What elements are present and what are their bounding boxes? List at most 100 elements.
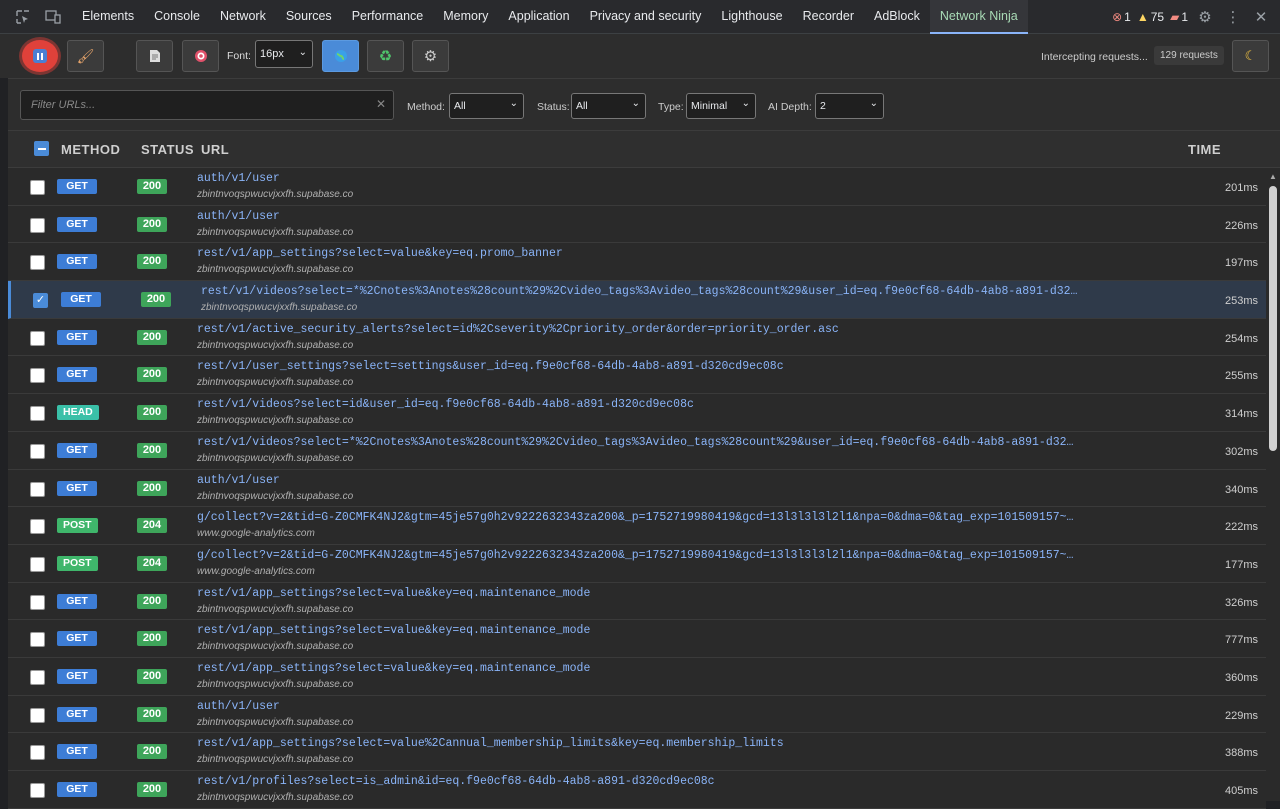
row-checkbox[interactable]: ✓ [30,368,45,384]
request-url[interactable]: rest/v1/app_settings?select=value&key=eq… [197,662,590,675]
row-checkbox[interactable]: ✓ [33,293,48,309]
devtools-tab-sources[interactable]: Sources [276,0,342,34]
request-url[interactable]: rest/v1/active_security_alerts?select=id… [197,323,839,336]
scrollbar-thumb[interactable] [1269,186,1277,451]
table-row[interactable]: ✓ GET 200 rest/v1/app_settings?select=value… [8,733,1266,771]
method-select[interactable]: All [449,93,524,119]
row-checkbox[interactable]: ✓ [30,443,45,459]
globe-button[interactable] [322,40,359,72]
ai-depth-select[interactable]: 2 [815,93,884,119]
request-url[interactable]: rest/v1/profiles?select=is_admin&id=eq.f… [197,775,715,788]
devtools-tab-privacy-and-security[interactable]: Privacy and security [580,0,712,34]
export-document-button[interactable] [136,40,173,72]
devtools-tab-application[interactable]: Application [498,0,579,34]
request-url[interactable]: auth/v1/user [197,474,280,487]
type-select[interactable]: Minimal [686,93,756,119]
row-checkbox[interactable]: ✓ [30,406,45,422]
request-url[interactable]: rest/v1/user_settings?select=settings&us… [197,360,784,373]
row-checkbox[interactable]: ✓ [30,217,45,233]
clear-button[interactable]: 🖌 [67,40,104,72]
table-row[interactable]: ✓ GET 200 auth/v1/user zbintnvoqspwucvjxxfh.… [8,695,1266,734]
table-row[interactable]: ✓ GET 200 auth/v1/user zbintnvoqspwucvjxxfh.… [8,469,1266,508]
font-label: Font: [227,50,251,62]
request-url[interactable]: auth/v1/user [197,210,280,223]
devtools-tab-elements[interactable]: Elements [72,0,144,34]
row-checkbox[interactable]: ✓ [30,783,45,798]
row-checkbox[interactable]: ✓ [30,745,45,761]
target-button[interactable] [182,40,219,72]
request-host: zbintnvoqspwucvjxxfh.supabase.co [197,377,354,389]
row-checkbox[interactable]: ✓ [30,481,45,497]
error-counter[interactable]: ⊗ 1 [1112,10,1131,24]
table-row[interactable]: ✓ GET 200 rest/v1/videos?select=*%2Cnotes%3… [8,281,1266,319]
device-toolbar-icon[interactable] [38,0,68,34]
column-header-time[interactable]: TIME [1188,142,1221,157]
table-row[interactable]: ✓ GET 200 rest/v1/app_settings?select=value… [8,657,1266,696]
font-size-select[interactable]: 16px [255,40,313,68]
theme-toggle-button[interactable]: ☾ [1232,40,1269,72]
warning-counter[interactable]: ▲ 75 [1137,10,1164,24]
table-row[interactable]: ✓ GET 200 rest/v1/active_security_alerts?se… [8,318,1266,357]
request-url[interactable]: auth/v1/user [197,172,280,185]
request-url[interactable]: rest/v1/app_settings?select=value&key=eq… [197,587,590,600]
request-url[interactable]: rest/v1/videos?select=id&user_id=eq.f9e0… [197,398,694,411]
table-row[interactable]: ✓ POST 204 g/collect?v=2&tid=G-Z0CMFK4NJ2&g… [8,544,1266,583]
devtools-tab-network-ninja[interactable]: Network Ninja [929,0,1028,34]
row-checkbox[interactable]: ✓ [30,180,45,195]
request-url[interactable]: rest/v1/app_settings?select=value&key=eq… [197,247,563,260]
select-all-checkbox[interactable] [34,141,49,156]
message-counter[interactable]: ▰ 1 [1170,10,1188,24]
clear-filter-icon[interactable]: ✕ [376,97,386,111]
devtools-tab-recorder[interactable]: Recorder [793,0,864,34]
request-url[interactable]: rest/v1/videos?select=*%2Cnotes%3Anotes%… [201,285,1077,298]
row-checkbox[interactable]: ✓ [30,669,45,685]
row-checkbox[interactable]: ✓ [30,556,45,572]
status-select[interactable]: All [571,93,646,119]
devtools-tab-performance[interactable]: Performance [342,0,434,34]
request-url[interactable]: rest/v1/app_settings?select=value%2Cannu… [197,737,784,750]
devtools-tab-adblock[interactable]: AdBlock [864,0,930,34]
row-checkbox[interactable]: ✓ [30,594,45,610]
request-url[interactable]: rest/v1/app_settings?select=value&key=eq… [197,624,590,637]
more-options-icon[interactable]: ⋮ [1222,8,1244,26]
column-header-method[interactable]: METHOD [61,142,120,157]
pause-recording-button[interactable] [22,40,58,72]
request-url[interactable]: auth/v1/user [197,700,280,713]
settings-gear-icon[interactable]: ⚙ [1194,8,1216,26]
scroll-up-arrow-icon[interactable]: ▲ [1269,172,1277,181]
table-row[interactable]: ✓ GET 200 rest/v1/videos?select=*%2Cnotes%3… [8,431,1266,470]
table-row[interactable]: ✓ GET 200 rest/v1/app_settings?select=value… [8,243,1266,282]
table-row[interactable]: ✓ GET 200 rest/v1/app_settings?select=value… [8,620,1266,658]
row-checkbox[interactable]: ✓ [30,632,45,648]
request-url[interactable]: g/collect?v=2&tid=G-Z0CMFK4NJ2&gtm=45je5… [197,549,1073,562]
row-checkbox[interactable]: ✓ [30,255,45,271]
column-header-status[interactable]: STATUS [141,142,194,157]
request-time: 229ms [1224,709,1258,722]
table-row[interactable]: ✓ GET 200 rest/v1/app_settings?select=value… [8,582,1266,621]
table-row[interactable]: ✓ GET 200 rest/v1/profiles?select=is_admin&… [8,771,1266,809]
recycle-button[interactable]: ♻ [367,40,404,72]
settings-button[interactable]: ⚙ [412,40,449,72]
url-filter-input[interactable] [20,90,394,120]
row-checkbox[interactable]: ✓ [30,330,45,346]
devtools-tab-network[interactable]: Network [210,0,276,34]
row-checkbox[interactable]: ✓ [30,707,45,723]
request-url[interactable]: rest/v1/videos?select=*%2Cnotes%3Anotes%… [197,436,1073,449]
method-badge: POST [57,518,98,534]
devtools-tab-memory[interactable]: Memory [433,0,498,34]
table-row[interactable]: ✓ POST 204 g/collect?v=2&tid=G-Z0CMFK4NJ2&g… [8,507,1266,545]
inspect-element-icon[interactable] [8,0,38,34]
table-row[interactable]: ✓ GET 200 rest/v1/user_settings?select=sett… [8,356,1266,395]
request-url[interactable]: g/collect?v=2&tid=G-Z0CMFK4NJ2&gtm=45je5… [197,511,1073,524]
close-icon[interactable]: ✕ [1250,8,1272,26]
status-badge: 200 [137,706,167,722]
table-row[interactable]: ✓ HEAD 200 rest/v1/videos?select=id&user_id… [8,394,1266,432]
row-checkbox[interactable]: ✓ [30,519,45,535]
devtools-tab-console[interactable]: Console [144,0,210,34]
column-header-url[interactable]: URL [201,142,229,157]
devtools-tab-lighthouse[interactable]: Lighthouse [711,0,792,34]
table-row[interactable]: ✓ GET 200 auth/v1/user zbintnvoqspwucvjxxfh.… [8,168,1266,206]
vertical-scrollbar[interactable]: ▲ [1266,168,1280,801]
table-row[interactable]: ✓ GET 200 auth/v1/user zbintnvoqspwucvjxxfh.… [8,205,1266,244]
status-badge: 200 [137,668,167,684]
